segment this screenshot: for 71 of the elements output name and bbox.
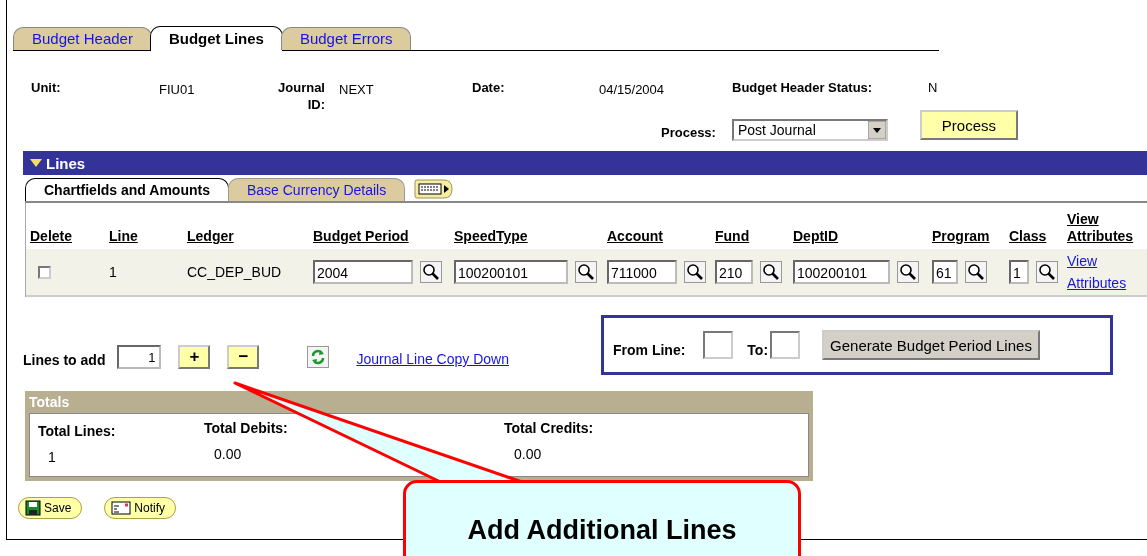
page-tab[interactable]: Budget Header (13, 27, 152, 50)
input-field[interactable]: 711000 (607, 260, 677, 284)
column-header[interactable]: Delete (30, 228, 109, 249)
line-number: 1 (109, 264, 118, 280)
generate-button[interactable]: Generate Budget Period Lines (822, 330, 1040, 360)
add-row-button[interactable]: + (178, 345, 211, 369)
column-header[interactable]: View Attributes (1067, 211, 1147, 249)
total-label: Total Lines: (38, 423, 117, 439)
callout-box: Add Additional Lines (403, 480, 801, 556)
refresh-icon[interactable] (307, 346, 330, 368)
journal-id-value: NEXT (339, 81, 375, 98)
sub-tab[interactable]: Base Currency Details (227, 178, 406, 201)
notify-button[interactable]: Notify (104, 497, 177, 519)
unit-label: Unit: (31, 79, 62, 96)
collapse-triangle-icon[interactable] (29, 157, 43, 169)
input-field[interactable]: 100200101 (793, 260, 890, 284)
total-label: Total Credits: (504, 420, 594, 436)
envelope-icon (111, 501, 132, 515)
delete-row-button[interactable]: − (227, 345, 260, 369)
input-field[interactable]: 100200101 (454, 260, 568, 284)
total-label: Total Debits: (204, 420, 289, 436)
search-icon[interactable] (965, 261, 987, 283)
status-label: Budget Header Status: (732, 79, 874, 96)
from-line-field[interactable] (703, 331, 734, 359)
search-icon[interactable] (420, 261, 442, 283)
column-header[interactable]: Fund (715, 228, 793, 249)
search-icon[interactable] (897, 261, 919, 283)
date-label: Date: (472, 79, 506, 96)
page-tab[interactable]: Budget Lines (149, 26, 283, 51)
lines-to-add-field[interactable]: 1 (117, 345, 162, 369)
search-icon[interactable] (1036, 261, 1058, 283)
column-header[interactable]: DeptID (793, 228, 932, 249)
search-icon[interactable] (575, 261, 597, 283)
view-attributes-link[interactable]: View Attributes (1067, 250, 1147, 294)
ledger-value: CC_DEP_BUD (187, 264, 283, 280)
column-header[interactable]: Ledger (187, 228, 313, 249)
search-icon[interactable] (684, 261, 706, 283)
journal-id-label: Journal ID: (277, 79, 325, 113)
column-header[interactable]: Budget Period (313, 228, 454, 249)
input-field[interactable]: 2004 (313, 260, 413, 284)
unit-value: FIU01 (159, 81, 196, 98)
input-field[interactable]: 210 (715, 260, 753, 284)
total-value: 1 (47, 449, 57, 465)
from-line-label: From Line: (613, 342, 686, 358)
section-title: Lines (46, 154, 86, 172)
page-tab[interactable]: Budget Errors (280, 27, 412, 50)
column-header[interactable]: Account (607, 228, 715, 249)
lines-to-add-label: Lines to add (23, 352, 106, 368)
dropdown-arrow-icon (867, 121, 886, 139)
process-button[interactable]: Process (919, 110, 1018, 140)
search-icon[interactable] (760, 261, 782, 283)
total-value: 0.00 (213, 446, 243, 462)
show-all-columns-icon[interactable] (414, 179, 455, 199)
column-header[interactable]: Line (109, 228, 187, 249)
input-field[interactable]: 1 (1009, 260, 1029, 284)
to-line-field[interactable] (770, 331, 801, 359)
sub-tab[interactable]: Chartfields and Amounts (25, 178, 229, 201)
save-button[interactable]: Save (18, 497, 83, 519)
process-dropdown[interactable]: Post Journal (731, 119, 888, 141)
status-value: N (928, 79, 938, 96)
totals-title: Totals (29, 393, 70, 412)
column-header[interactable]: Class (1009, 228, 1067, 249)
column-header[interactable]: Program (932, 228, 1009, 249)
input-field[interactable]: 61 (932, 260, 958, 284)
process-label: Process: (661, 124, 716, 140)
column-header[interactable]: SpeedType (454, 228, 607, 249)
delete-checkbox[interactable] (38, 265, 51, 279)
to-line-label: To: (747, 342, 769, 358)
total-value: 0.00 (513, 446, 543, 462)
date-value: 04/15/2004 (599, 81, 666, 98)
copy-down-link[interactable]: Journal Line Copy Down (356, 351, 509, 367)
